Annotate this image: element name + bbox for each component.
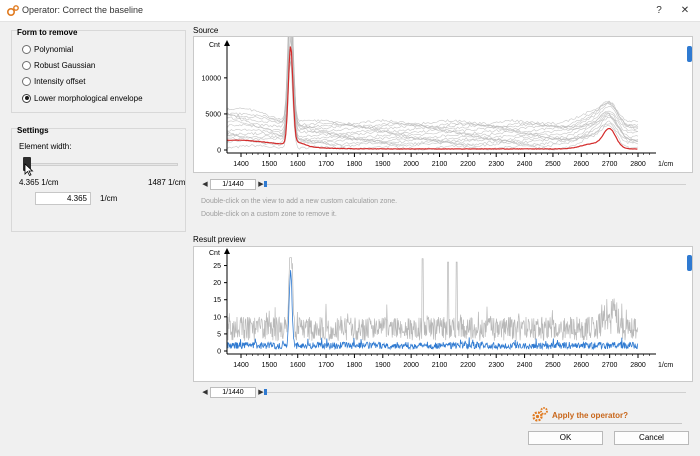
x-tick-label: 2700: [602, 362, 618, 369]
y-axis-label: Cnt: [209, 42, 220, 49]
x-tick-label: 2700: [602, 161, 618, 168]
x-tick-label: 1900: [375, 362, 391, 369]
help-button[interactable]: ?: [651, 3, 667, 19]
y-axis-arrow: [224, 248, 230, 254]
option-polynomial[interactable]: Polynomial: [22, 43, 73, 55]
x-tick-label: 1400: [233, 362, 249, 369]
y-axis-arrow: [224, 40, 230, 46]
option-lower-morphological-envelope[interactable]: Lower morphological envelope: [22, 92, 143, 104]
app-gears-icon: [6, 5, 19, 17]
y-axis-label: Cnt: [209, 250, 220, 257]
result-chart[interactable]: Cnt 0 5 10 15 20 25 1400 1500 1600 1700 1800 1900 200…: [194, 247, 692, 381]
source-scroll-handle[interactable]: [264, 181, 267, 187]
slider-min-label: 4.365 1/cm: [19, 178, 59, 187]
y-tick-label: 0: [217, 349, 221, 356]
x-unit-label: 1/cm: [658, 161, 673, 168]
x-tick-label: 1600: [290, 161, 306, 168]
x-tick-label: 1600: [290, 362, 306, 369]
y-tick-label: 20: [213, 280, 221, 287]
option-label: Robust Gaussian: [34, 60, 96, 70]
x-tick-label: 2600: [573, 161, 589, 168]
cancel-button[interactable]: Cancel: [614, 431, 689, 445]
slider-max-label: 1487 1/cm: [148, 178, 186, 187]
window-title: Operator: Correct the baseline: [22, 5, 144, 15]
result-side-handle[interactable]: [687, 255, 692, 271]
result-label: Result preview: [193, 235, 246, 244]
y-tick-label: 10000: [202, 75, 222, 82]
x-tick-label: 1400: [233, 161, 249, 168]
y-tick-label: 5: [217, 331, 221, 338]
source-spectrum-trace: [227, 61, 639, 144]
x-tick-label: 2100: [432, 161, 448, 168]
element-width-label: Element width:: [19, 142, 72, 151]
x-unit-label: 1/cm: [658, 362, 673, 369]
result-scroll-handle[interactable]: [264, 389, 267, 395]
form-to-remove-title: Form to remove: [17, 28, 78, 37]
x-tick-label: 2500: [545, 161, 561, 168]
apply-gears-icon: [532, 407, 548, 422]
x-tick-label: 2300: [488, 362, 504, 369]
x-tick-label: 2400: [517, 362, 533, 369]
x-tick-label: 2000: [403, 362, 419, 369]
close-button[interactable]: ✕: [677, 3, 693, 19]
y-tick-label: 5000: [205, 111, 221, 118]
y-tick-label: 0: [217, 148, 221, 155]
title-bar: Operator: Correct the baseline ? ✕: [0, 0, 700, 22]
source-side-handle[interactable]: [687, 46, 692, 62]
x-tick-label: 2600: [573, 362, 589, 369]
option-label: Intensity offset: [34, 76, 86, 86]
option-robust-gaussian[interactable]: Robust Gaussian: [22, 59, 95, 71]
source-label: Source: [193, 26, 219, 35]
option-label: Lower morphological envelope: [34, 93, 143, 103]
result-chart-frame[interactable]: Cnt 0 5 10 15 20 25 1400 1500 1600 1700 1800 1900 200…: [193, 246, 693, 382]
source-chart-frame[interactable]: Cnt 0 5000 10000 1400 1500 1600 1700 1800 1900 200…: [193, 0, 693, 173]
source-spectrum-trace: [227, 58, 639, 148]
result-prev-arrow-icon[interactable]: ◀: [200, 387, 210, 398]
x-tick-label: 1700: [318, 362, 334, 369]
x-tick-label: 1700: [318, 161, 334, 168]
element-width-input[interactable]: 4.365: [35, 192, 91, 205]
apply-operator-label: Apply the operator?: [552, 411, 629, 420]
y-tick-label: 25: [213, 263, 221, 270]
radio-button[interactable]: [22, 60, 31, 70]
x-tick-label: 2200: [460, 362, 476, 369]
radio-button[interactable]: [22, 76, 31, 86]
source-scrollbar[interactable]: [266, 184, 686, 185]
x-tick-label: 2500: [545, 362, 561, 369]
x-tick-label: 2400: [517, 161, 533, 168]
settings-title: Settings: [17, 126, 49, 135]
radio-button[interactable]: [22, 44, 31, 54]
result-navigator: ◀ 1/1440 ▶: [200, 387, 266, 398]
x-tick-label: 2300: [488, 161, 504, 168]
hint-add-zone: Double-click on the view to add a new cu…: [201, 198, 398, 205]
cursor-pointer-icon: [24, 163, 34, 177]
source-navigator: ◀ 1/1440 ▶: [200, 179, 266, 190]
ok-button[interactable]: OK: [528, 431, 603, 445]
x-tick-label: 2100: [432, 362, 448, 369]
x-tick-label: 1900: [375, 161, 391, 168]
hint-remove-zone: Double-click on a custom zone to remove …: [201, 211, 337, 218]
x-tick-label: 2800: [630, 161, 646, 168]
result-page-field[interactable]: 1/1440: [210, 387, 256, 398]
x-tick-label: 1500: [262, 362, 278, 369]
x-tick-label: 2800: [630, 362, 646, 369]
x-tick-label: 2000: [403, 161, 419, 168]
result-scrollbar[interactable]: [266, 392, 686, 393]
apply-separator: [531, 423, 682, 424]
x-tick-label: 1800: [347, 161, 363, 168]
x-tick-label: 2200: [460, 161, 476, 168]
element-width-unit: 1/cm: [100, 194, 118, 203]
y-tick-label: 10: [213, 314, 221, 321]
source-page-field[interactable]: 1/1440: [210, 179, 256, 190]
option-intensity-offset[interactable]: Intensity offset: [22, 75, 85, 87]
x-tick-label: 1500: [262, 161, 278, 168]
option-label: Polynomial: [34, 44, 74, 54]
radio-button-selected[interactable]: [22, 93, 31, 103]
element-width-slider-track[interactable]: [28, 163, 178, 166]
source-prev-arrow-icon[interactable]: ◀: [200, 179, 210, 190]
source-chart[interactable]: Cnt 0 5000 10000 1400 1500 1600 1700 1800 1900 200…: [194, 0, 692, 172]
y-tick-label: 15: [213, 297, 221, 304]
x-tick-label: 1800: [347, 362, 363, 369]
